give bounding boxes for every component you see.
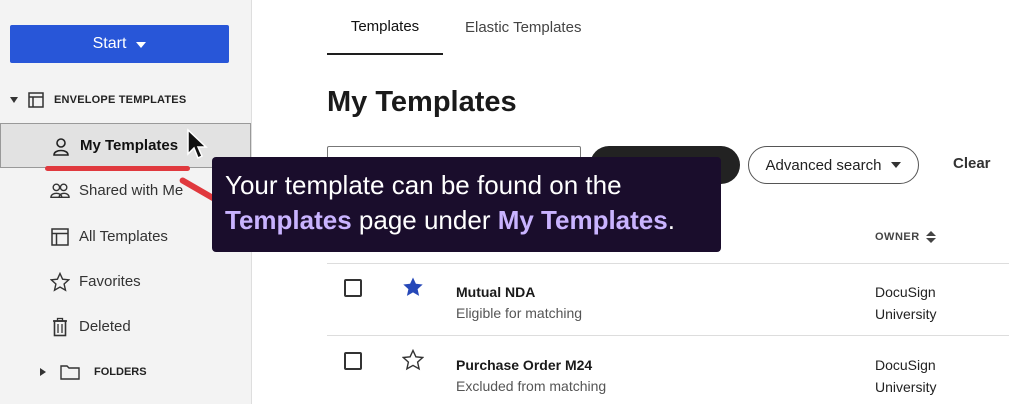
callout-tooltip: Your template can be found on the Templa… <box>212 157 721 252</box>
start-button[interactable]: Start <box>10 25 229 63</box>
envelope-templates-section[interactable]: ENVELOPE TEMPLATES <box>10 92 186 108</box>
template-icon <box>51 228 69 246</box>
row-checkbox[interactable] <box>344 352 362 370</box>
people-icon <box>50 183 70 199</box>
row-checkbox[interactable] <box>344 279 362 297</box>
mouse-cursor-icon <box>187 128 208 160</box>
section-title: ENVELOPE TEMPLATES <box>54 94 187 106</box>
sidebar-item-label: My Templates <box>80 137 179 154</box>
owner-line: University <box>875 306 937 322</box>
template-icon <box>28 92 44 108</box>
sidebar-item-label: All Templates <box>79 228 168 245</box>
template-status: Excluded from matching <box>456 378 607 394</box>
template-status: Eligible for matching <box>456 305 583 321</box>
tab-bar: Templates Elastic Templates <box>327 0 603 55</box>
sidebar-item-label: Shared with Me <box>79 182 184 199</box>
trash-icon <box>53 317 67 337</box>
sort-icon <box>925 231 936 243</box>
tooltip-highlight: My Templates <box>497 205 668 235</box>
table-divider <box>327 335 1009 336</box>
sidebar-item-favorites[interactable]: Favorites <box>0 259 251 304</box>
sidebar-item-label: Deleted <box>79 318 131 335</box>
table-divider <box>327 263 1009 264</box>
star-outline-icon <box>50 272 70 292</box>
tab-elastic-templates[interactable]: Elastic Templates <box>443 0 603 55</box>
star-outline-icon[interactable] <box>402 349 424 371</box>
owner-header-label: OWNER <box>875 231 920 243</box>
start-button-label: Start <box>92 35 127 52</box>
template-owner: DocuSign University <box>875 281 965 325</box>
folders-label: FOLDERS <box>94 366 147 378</box>
caret-down-icon <box>136 42 147 48</box>
page-title: My Templates <box>327 86 517 118</box>
advanced-search-label: Advanced search <box>765 156 882 174</box>
star-filled-icon[interactable] <box>402 276 424 298</box>
tooltip-line-1: Your template can be found on the <box>225 170 622 200</box>
tooltip-text: . <box>667 205 675 235</box>
advanced-search-button[interactable]: Advanced search <box>748 146 919 184</box>
expand-arrow-icon <box>40 368 46 376</box>
collapse-arrow-icon <box>10 97 18 103</box>
tooltip-highlight: Templates <box>225 205 352 235</box>
owner-line: University <box>875 379 937 395</box>
folders-section[interactable]: FOLDERS <box>40 364 147 380</box>
sidebar-item-label: Favorites <box>79 273 141 290</box>
owner-column-header[interactable]: OWNER <box>875 231 936 243</box>
clear-button[interactable]: Clear <box>953 155 991 172</box>
caret-down-icon <box>891 162 902 168</box>
tab-templates[interactable]: Templates <box>327 0 443 55</box>
owner-line: DocuSign <box>875 284 936 300</box>
template-name[interactable]: Purchase Order M24 <box>456 357 592 373</box>
tooltip-line-2: Templates page under My Templates. <box>225 205 675 236</box>
folder-icon <box>60 365 80 380</box>
sidebar-item-deleted[interactable]: Deleted <box>0 304 251 349</box>
template-owner: DocuSign University <box>875 354 965 398</box>
owner-line: DocuSign <box>875 357 936 373</box>
tooltip-text: page under <box>351 205 498 235</box>
template-name[interactable]: Mutual NDA <box>456 284 535 300</box>
person-icon <box>53 138 69 156</box>
